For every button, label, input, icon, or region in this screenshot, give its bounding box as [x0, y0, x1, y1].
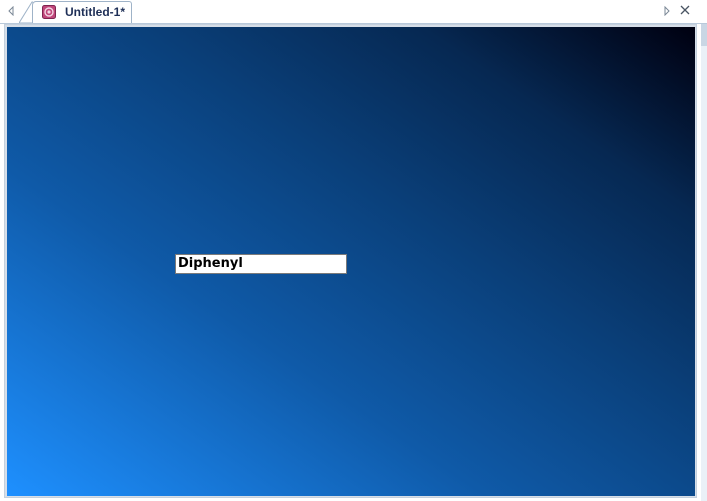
- document-app-icon: [42, 5, 56, 19]
- scroll-right-icon[interactable]: [662, 5, 672, 17]
- document-tab-bar: Untitled-1*: [0, 0, 707, 24]
- tab-untitled-1[interactable]: Untitled-1*: [32, 1, 132, 23]
- tab-title: Untitled-1*: [65, 5, 125, 19]
- close-icon[interactable]: [679, 4, 691, 16]
- scroll-left-icon[interactable]: [6, 5, 16, 17]
- scrollbar-thumb[interactable]: [701, 24, 707, 46]
- label-text: Diphenyl: [178, 256, 243, 271]
- text-label-box[interactable]: Diphenyl: [175, 254, 347, 274]
- tab-edge: [19, 1, 33, 23]
- document-window: Untitled-1* Diphenyl: [0, 0, 707, 501]
- vertical-scrollbar[interactable]: [701, 24, 707, 501]
- drawing-canvas[interactable]: Diphenyl: [7, 27, 695, 496]
